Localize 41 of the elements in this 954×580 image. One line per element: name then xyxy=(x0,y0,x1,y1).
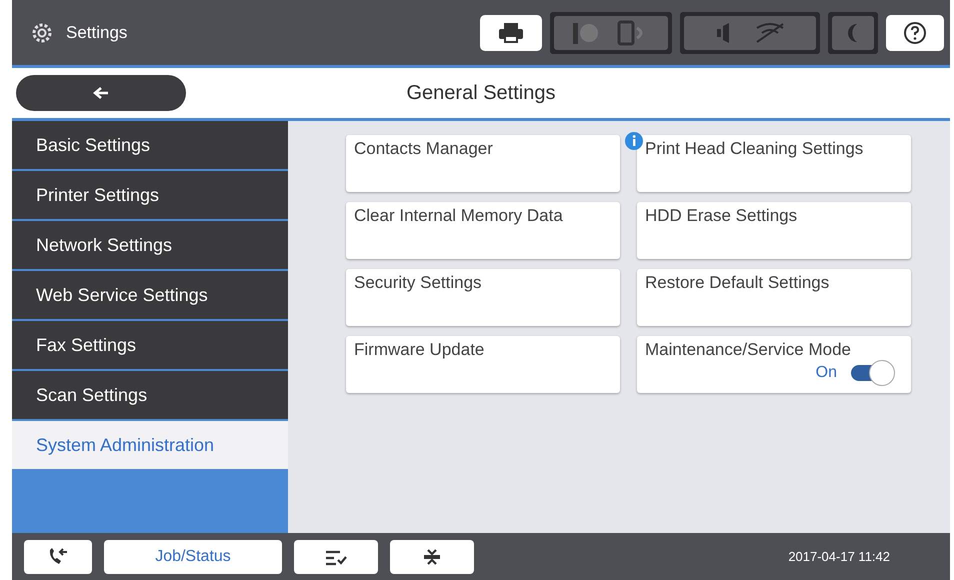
job-list-button[interactable] xyxy=(294,540,378,574)
sidebar-item[interactable]: Basic Settings xyxy=(12,121,288,171)
fax-button[interactable] xyxy=(24,540,92,574)
settings-card[interactable]: Security Settings xyxy=(346,269,620,326)
card-label: Maintenance/Service Mode xyxy=(645,340,852,360)
help-icon xyxy=(903,20,927,44)
settings-card[interactable]: Contacts Manager xyxy=(346,135,620,192)
settings-card[interactable]: Restore Default Settings xyxy=(637,269,911,326)
printer-button[interactable] xyxy=(480,14,542,50)
sidebar-item[interactable]: Scan Settings xyxy=(12,371,288,421)
reduce-icon xyxy=(422,548,442,566)
card-label: Print Head Cleaning Settings xyxy=(645,139,864,159)
connection-status-button[interactable] xyxy=(554,16,668,50)
card-label: Security Settings xyxy=(354,273,483,293)
card-label: Contacts Manager xyxy=(354,139,494,159)
sidebar-item[interactable]: Printer Settings xyxy=(12,171,288,221)
settings-card[interactable]: Print Head Cleaning Settings xyxy=(637,135,911,192)
card-label: Clear Internal Memory Data xyxy=(354,206,564,226)
settings-card[interactable]: Firmware Update xyxy=(346,336,620,393)
settings-card[interactable]: Maintenance/Service Mode On xyxy=(637,336,911,393)
screen-title: General Settings xyxy=(406,82,556,104)
back-arrow-icon xyxy=(93,86,109,100)
header-title: Settings xyxy=(66,22,128,42)
reduce-button[interactable] xyxy=(390,540,474,574)
sidebar-item[interactable]: Network Settings xyxy=(12,221,288,271)
sidebar-item[interactable]: Web Service Settings xyxy=(12,271,288,321)
gear-icon xyxy=(30,20,54,44)
card-label: HDD Erase Settings xyxy=(645,206,798,226)
toggle-state-label: On xyxy=(816,364,837,382)
job-status-button[interactable]: Job/Status xyxy=(104,540,282,574)
settings-card[interactable]: HDD Erase Settings xyxy=(637,202,911,259)
sidebar-item[interactable]: System Administration xyxy=(12,421,288,471)
phone-icon xyxy=(47,546,69,566)
back-button[interactable] xyxy=(16,75,186,111)
card-label: Restore Default Settings xyxy=(645,273,830,293)
date-time: 2017-04-17 11:42 xyxy=(788,549,890,564)
settings-card[interactable]: Clear Internal Memory Data xyxy=(346,202,620,259)
sidebar-item[interactable]: Fax Settings xyxy=(12,321,288,371)
help-button[interactable] xyxy=(886,14,944,50)
card-label: Firmware Update xyxy=(354,340,486,360)
printer-icon xyxy=(497,22,525,44)
